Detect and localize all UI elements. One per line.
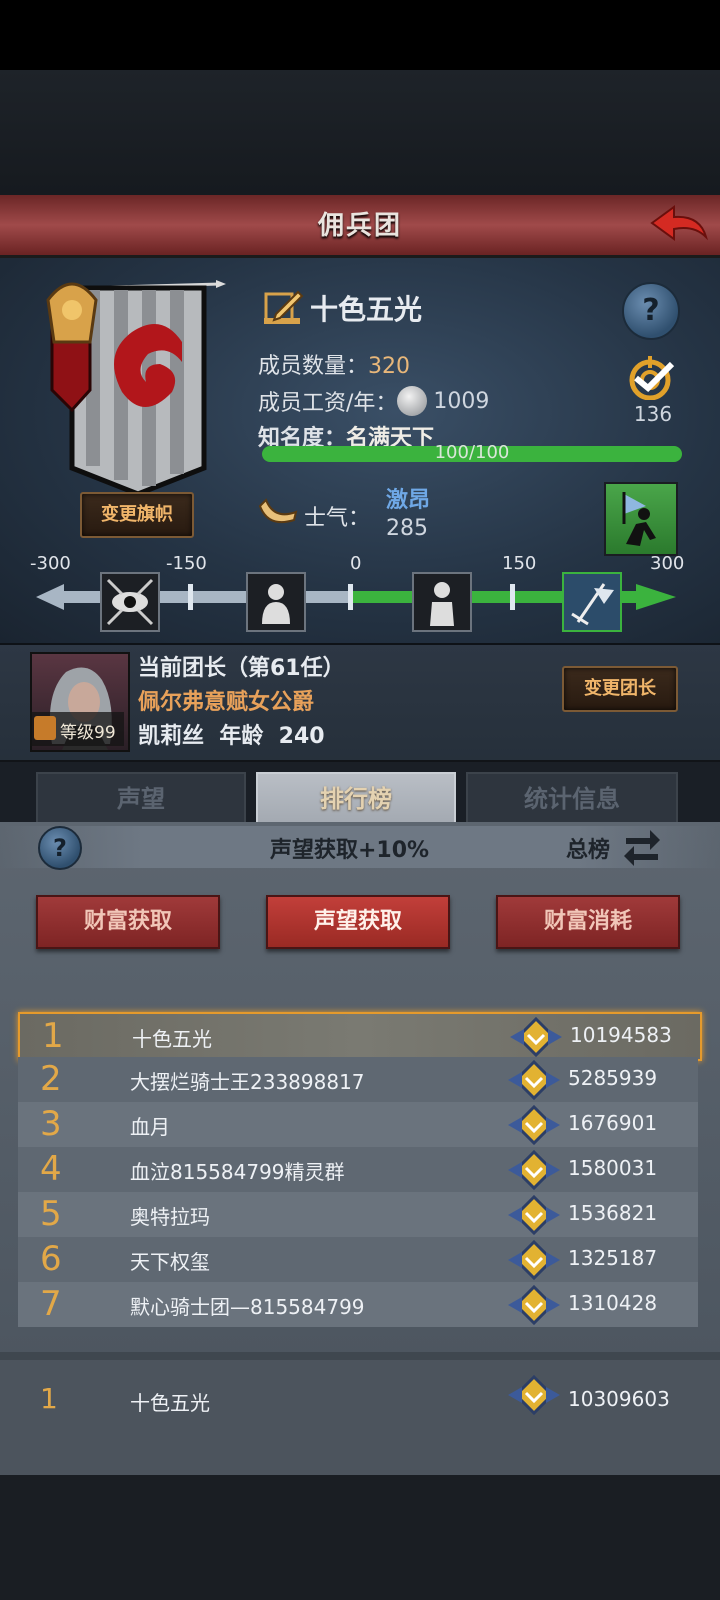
my-guild-name: 十色五光 <box>130 1391 210 1415</box>
eye-broken-icon[interactable] <box>100 572 160 632</box>
reputation-badge-icon <box>508 1059 560 1101</box>
reputation-badge-icon <box>508 1149 560 1191</box>
guild-name-cell: 血月 <box>130 1115 170 1139</box>
rank-number: 2 <box>40 1059 62 1099</box>
reputation-badge-icon <box>508 1284 560 1326</box>
silver-coin-icon <box>397 386 428 416</box>
level-badge: 等级99 <box>30 712 124 746</box>
reputation-badge-icon <box>508 1374 560 1416</box>
help-button[interactable]: ? <box>622 282 680 340</box>
filter-wealth-gain-button[interactable]: 财富获取 <box>36 895 220 949</box>
back-button[interactable] <box>648 203 710 247</box>
rank-number: 3 <box>40 1104 62 1144</box>
rally-flag-icon[interactable] <box>562 572 622 632</box>
leader-nobility: 佩尔弗意赋女公爵 <box>138 690 315 715</box>
score-cell: 1310428 <box>568 1291 658 1315</box>
scale-tick-label: -150 <box>166 553 207 574</box>
guild-name-cell: 十色五光 <box>132 1027 212 1051</box>
scale-tick-label: -300 <box>30 553 71 574</box>
reputation-badge-icon <box>510 1016 562 1058</box>
rank-number: 4 <box>40 1149 62 1189</box>
bottom-background <box>0 1475 720 1600</box>
ranking-help-button[interactable]: ? <box>38 826 82 870</box>
leader-name-age: 凯莉丝 年龄 240 <box>138 724 325 749</box>
score-cell: 1325187 <box>568 1246 658 1270</box>
table-row[interactable]: 6 天下权玺 1325187 <box>18 1237 698 1282</box>
ranking-scope-label[interactable]: 总榜 <box>566 832 610 864</box>
target-check-icon[interactable] <box>620 356 684 401</box>
score-cell: 1676901 <box>568 1111 658 1135</box>
my-rank: 1 <box>40 1382 58 1415</box>
reputation-badge-icon <box>508 1104 560 1146</box>
guild-name-cell: 默心骑士团—815584799 <box>130 1295 365 1319</box>
morale-label: 士气： <box>304 506 371 531</box>
morale-value: 285 <box>386 516 428 541</box>
tab-reputation[interactable]: 声望 <box>36 772 246 826</box>
leader-level: 等级99 <box>60 723 116 743</box>
morale-status-icon[interactable] <box>604 482 678 556</box>
rank-number: 1 <box>42 1016 64 1056</box>
achievement-count: 136 <box>633 402 673 426</box>
filter-wealth-spend-button[interactable]: 财富消耗 <box>496 895 680 949</box>
question-icon: ? <box>53 834 67 862</box>
filter-reputation-gain-button[interactable]: 声望获取 <box>266 895 450 949</box>
rank-number: 6 <box>40 1239 62 1279</box>
table-row[interactable]: 2 大摆烂骑士王233898817 5285939 <box>18 1057 698 1102</box>
table-row[interactable]: 7 默心骑士团—815584799 1310428 <box>18 1282 698 1327</box>
edit-name-icon[interactable] <box>262 288 306 328</box>
question-icon: ? <box>642 293 660 328</box>
scale-tick-label: 300 <box>650 553 685 574</box>
reputation-badge-icon <box>508 1194 560 1236</box>
top-background <box>0 70 720 195</box>
crown-icon <box>34 716 56 740</box>
ranking-bonus-text: 声望获取+10% <box>270 838 430 863</box>
leader-title: 当前团长（第61任） <box>138 656 345 681</box>
change-banner-button[interactable]: 变更旗帜 <box>80 492 194 538</box>
rank-number: 5 <box>40 1194 62 1234</box>
morale-state: 激昂 <box>386 488 431 513</box>
guild-name-cell: 血泣815584799精灵群 <box>130 1160 345 1184</box>
rank-number: 7 <box>40 1284 62 1324</box>
scale-tick-label: 150 <box>502 553 537 574</box>
swap-icon[interactable] <box>622 826 662 866</box>
salary-label: 成员工资/年： <box>258 391 398 416</box>
page-title: 佣兵团 <box>317 211 402 241</box>
guild-name: 十色五光 <box>310 293 423 326</box>
reputation-badge-icon <box>508 1239 560 1281</box>
guild-name-cell: 大摆烂骑士王233898817 <box>130 1070 365 1094</box>
table-row[interactable]: 3 血月 1676901 <box>18 1102 698 1147</box>
title-bar: 佣兵团 <box>0 195 720 258</box>
salary-value: 1009 <box>433 388 490 414</box>
score-cell: 1580031 <box>568 1156 658 1180</box>
list-divider <box>0 1352 720 1360</box>
fame-progress-text: 100/100 <box>434 442 510 463</box>
score-cell: 10194583 <box>570 1023 672 1047</box>
status-bar <box>0 0 720 70</box>
guild-banner <box>32 272 232 502</box>
guild-name-cell: 天下权玺 <box>130 1250 210 1274</box>
score-cell: 1536821 <box>568 1201 658 1225</box>
tab-statistics[interactable]: 统计信息 <box>466 772 678 826</box>
horn-icon <box>258 498 298 532</box>
member-count-value: 320 <box>368 354 411 379</box>
member-count-label: 成员数量： <box>258 354 369 379</box>
calm-figure-icon[interactable] <box>412 572 472 632</box>
guild-name-cell: 奥特拉玛 <box>130 1205 210 1229</box>
change-leader-button[interactable]: 变更团长 <box>562 666 678 712</box>
my-guild-row: 1 十色五光 10309603 <box>0 1360 720 1475</box>
back-arrow-icon <box>650 205 708 241</box>
score-cell: 5285939 <box>568 1066 658 1090</box>
despair-figure-icon[interactable] <box>246 572 306 632</box>
table-row[interactable]: 5 奥特拉玛 1536821 <box>18 1192 698 1237</box>
table-row[interactable]: 4 血泣815584799精灵群 1580031 <box>18 1147 698 1192</box>
tab-ranking[interactable]: 排行榜 <box>256 772 456 826</box>
scale-tick-label: 0 <box>350 553 362 574</box>
table-row[interactable]: 1 十色五光 10194583 <box>18 1012 702 1061</box>
my-guild-score: 10309603 <box>568 1387 670 1411</box>
